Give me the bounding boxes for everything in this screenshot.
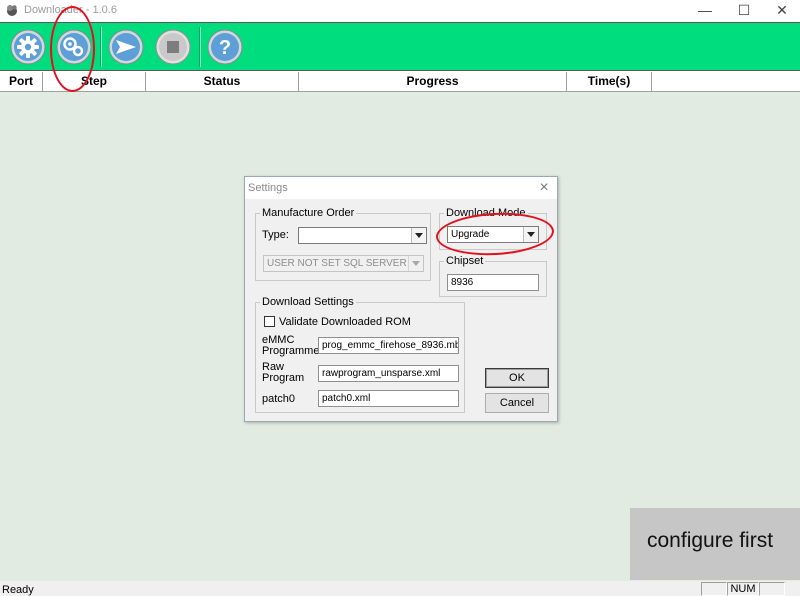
dialog-title: Settings [248, 182, 288, 194]
patch-field[interactable]: patch0.xml [318, 390, 459, 407]
manufacture-order-group: Manufacture Order Type: USER NOT SET SQL… [255, 207, 431, 281]
type-label: Type: [262, 229, 289, 241]
help-glyph: ? [219, 37, 231, 59]
chevron-down-icon[interactable] [411, 228, 426, 243]
send-arrow-icon[interactable] [108, 29, 144, 65]
patch-label: patch0 [262, 393, 296, 405]
chipset-group: Chipset 8936 [439, 255, 547, 297]
emmc-programmer-label: eMMC Programmer [262, 335, 323, 357]
minimize-button[interactable]: — [687, 0, 723, 22]
close-window-button[interactable]: ✕ [764, 0, 800, 22]
emmc-programmer-field[interactable]: prog_emmc_firehose_8936.mbn [318, 337, 459, 354]
toolbar-separator [100, 27, 102, 67]
raw-label-line2: Program [262, 372, 305, 384]
sql-server-select: USER NOT SET SQL SERVER [263, 255, 424, 272]
status-bar: Ready NUM [0, 581, 800, 596]
chipset-field[interactable]: 8936 [447, 274, 539, 291]
maximize-button[interactable]: ☐ [726, 0, 762, 22]
download-settings-label: Download Settings [260, 296, 356, 308]
raw-program-label: Raw Program [262, 362, 304, 384]
column-header-progress[interactable]: Progress [299, 72, 567, 91]
cancel-button[interactable]: Cancel [485, 393, 549, 413]
column-header-status[interactable]: Status [146, 72, 299, 91]
validate-rom-checkbox[interactable] [264, 316, 275, 327]
status-panel-num: NUM [727, 582, 759, 596]
type-select[interactable] [298, 227, 427, 244]
emmc-label-line2: Programmer [262, 345, 324, 357]
chipset-label: Chipset [444, 255, 486, 267]
column-header-port[interactable]: Port [0, 72, 43, 91]
title-bar: Downloader - 1.0.6 — ☐ ✕ [0, 0, 800, 22]
ok-button[interactable]: OK [485, 368, 549, 388]
status-panel-empty [701, 582, 727, 596]
dialog-close-icon[interactable]: × [533, 178, 555, 198]
status-text: Ready [2, 584, 34, 596]
validate-rom-label: Validate Downloaded ROM [279, 316, 411, 328]
status-panel-empty [759, 582, 785, 596]
help-question-icon[interactable]: ? [207, 29, 243, 65]
stop-square-icon[interactable] [155, 29, 191, 65]
column-header-time[interactable]: Time(s) [567, 72, 652, 91]
chevron-down-icon [408, 256, 423, 271]
sql-server-value: USER NOT SET SQL SERVER [267, 258, 407, 269]
list-column-header: Port Step Status Progress Time(s) [0, 72, 800, 92]
toolbar-separator [199, 27, 201, 67]
raw-program-field[interactable]: rawprogram_unsparse.xml [318, 365, 459, 382]
caption-box: configure first [630, 508, 800, 580]
dialog-title-bar: Settings × [245, 177, 557, 199]
toolbar: ? [0, 22, 800, 71]
gear-icon[interactable] [10, 29, 46, 65]
column-header-filler [652, 72, 800, 91]
manufacture-order-label: Manufacture Order [260, 207, 357, 219]
highlight-ellipse-configure [50, 6, 95, 92]
caption-text: configure first [647, 529, 774, 552]
app-logo-icon [7, 5, 17, 16]
download-settings-group: Download Settings Validate Downloaded RO… [255, 296, 465, 413]
